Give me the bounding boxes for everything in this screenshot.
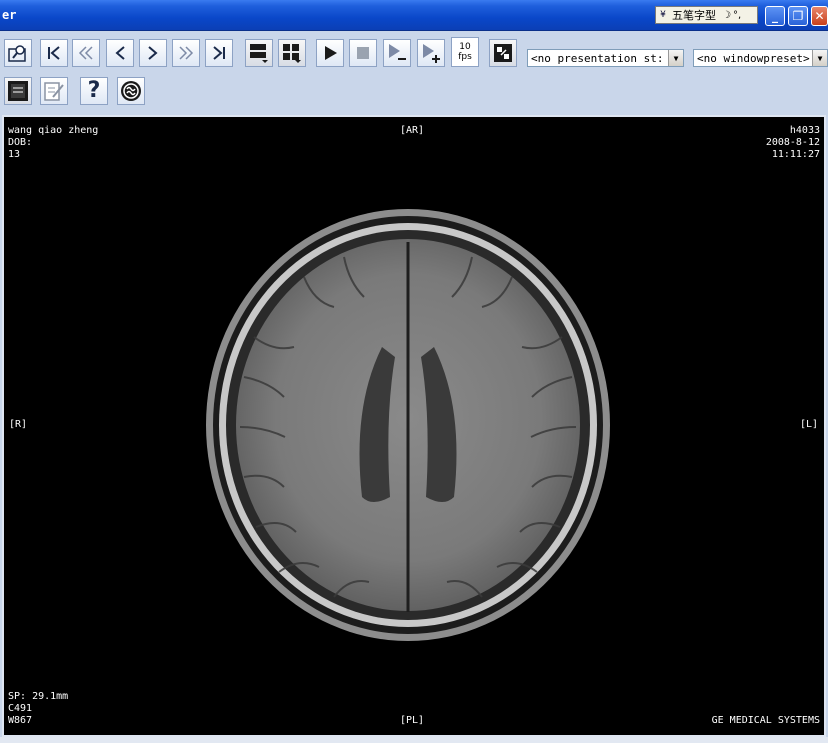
stop-button[interactable]: [349, 39, 377, 67]
fps-value: 10: [459, 42, 471, 52]
ime-menu-icon[interactable]: ¥: [656, 10, 670, 20]
ime-punctuation-icon[interactable]: °,: [733, 10, 741, 21]
fps-display[interactable]: 10 fps: [451, 37, 479, 67]
window-preset-select[interactable]: <no windowpreset> ▼: [693, 49, 828, 67]
overlay-study-id: h4033: [789, 125, 820, 136]
overlay-image-number: 13: [8, 149, 21, 160]
series-select-button[interactable]: [489, 39, 517, 67]
ge-logo-icon: [121, 81, 141, 101]
close-button[interactable]: ✕: [811, 6, 828, 26]
edit-note-icon: [44, 82, 64, 101]
overlay-study-time: 11:11:27: [771, 149, 820, 160]
overlay-orientation-bottom: [PL]: [400, 715, 425, 726]
skip-to-first-icon: [48, 46, 60, 60]
layout-rows-icon: [250, 44, 268, 63]
help-icon: ?: [87, 78, 101, 103]
next-icon: [148, 46, 158, 60]
overlay-orientation-left: [R]: [9, 419, 28, 430]
layout-rows-button[interactable]: [245, 39, 273, 67]
window-preset-value: <no windowpreset>: [697, 51, 810, 65]
dropdown-arrow-icon[interactable]: ▼: [812, 50, 827, 66]
previous-icon: [115, 46, 125, 60]
play-button[interactable]: [316, 39, 344, 67]
dropdown-arrow-icon[interactable]: ▼: [668, 50, 683, 66]
toolbar-row-2: ?: [0, 73, 828, 112]
presentation-state-select[interactable]: <no presentation st: ▼: [527, 49, 684, 67]
play-plus-icon: [423, 44, 440, 63]
previous-image-button[interactable]: [106, 39, 134, 67]
overlay-window-center: C491: [8, 703, 33, 714]
fullscreen-image-icon: [8, 81, 28, 101]
fast-forward-button[interactable]: [172, 39, 200, 67]
overlay-orientation-top: [AR]: [400, 125, 425, 136]
ime-halfwidth-icon[interactable]: ☽: [722, 10, 731, 21]
play-minus-icon: [389, 44, 406, 60]
mri-axial-brain-image: [206, 209, 610, 641]
overlay-manufacturer: GE MEDICAL SYSTEMS: [711, 715, 820, 726]
fps-unit: fps: [458, 52, 472, 62]
zoom-fit-button[interactable]: [4, 39, 32, 67]
annotate-button[interactable]: [40, 77, 68, 105]
play-icon: [325, 46, 337, 60]
overlay-patient-name: wang qiao zheng: [8, 125, 99, 136]
help-button[interactable]: ?: [80, 77, 108, 105]
layout-grid-button[interactable]: [278, 39, 306, 67]
zoom-window-icon: [8, 45, 26, 62]
status-strip: [0, 737, 828, 743]
first-image-button[interactable]: [40, 39, 68, 67]
ime-bar[interactable]: ¥ 五笔字型 ☽ °,: [655, 6, 758, 24]
title-bar: er ¥ 五笔字型 ☽ °, _ ❐ ✕: [0, 0, 828, 31]
minimize-button[interactable]: _: [765, 6, 785, 26]
overlay-study-date: 2008-8-12: [765, 137, 820, 148]
stop-icon: [357, 47, 369, 59]
layout-grid-icon: [283, 44, 301, 63]
fullscreen-button[interactable]: [4, 77, 32, 105]
fast-backward-icon: [78, 46, 93, 60]
series-icon: [494, 44, 512, 62]
fast-forward-icon: [179, 46, 194, 60]
next-image-button[interactable]: [139, 39, 167, 67]
about-button[interactable]: [117, 77, 145, 105]
last-image-button[interactable]: [205, 39, 233, 67]
fast-backward-button[interactable]: [72, 39, 100, 67]
toolbar-row-1: 10 fps <no presentation st: ▼ <no window…: [0, 31, 828, 73]
overlay-orientation-right: [L]: [799, 419, 818, 430]
overlay-window-width: W867: [8, 715, 33, 726]
image-viewport[interactable]: wang qiao zheng DOB: 13 [AR] [PL] [R] [L…: [2, 115, 826, 737]
overlay-dob: DOB:: [8, 137, 33, 148]
increase-speed-button[interactable]: [417, 39, 445, 67]
maximize-button[interactable]: ❐: [788, 6, 808, 26]
presentation-state-value: <no presentation st:: [531, 51, 664, 65]
ime-name[interactable]: 五笔字型: [670, 7, 718, 23]
skip-to-last-icon: [213, 46, 225, 60]
decrease-speed-button[interactable]: [383, 39, 411, 67]
window-title: er: [2, 8, 17, 22]
overlay-slice-position: SP: 29.1mm: [8, 691, 69, 702]
